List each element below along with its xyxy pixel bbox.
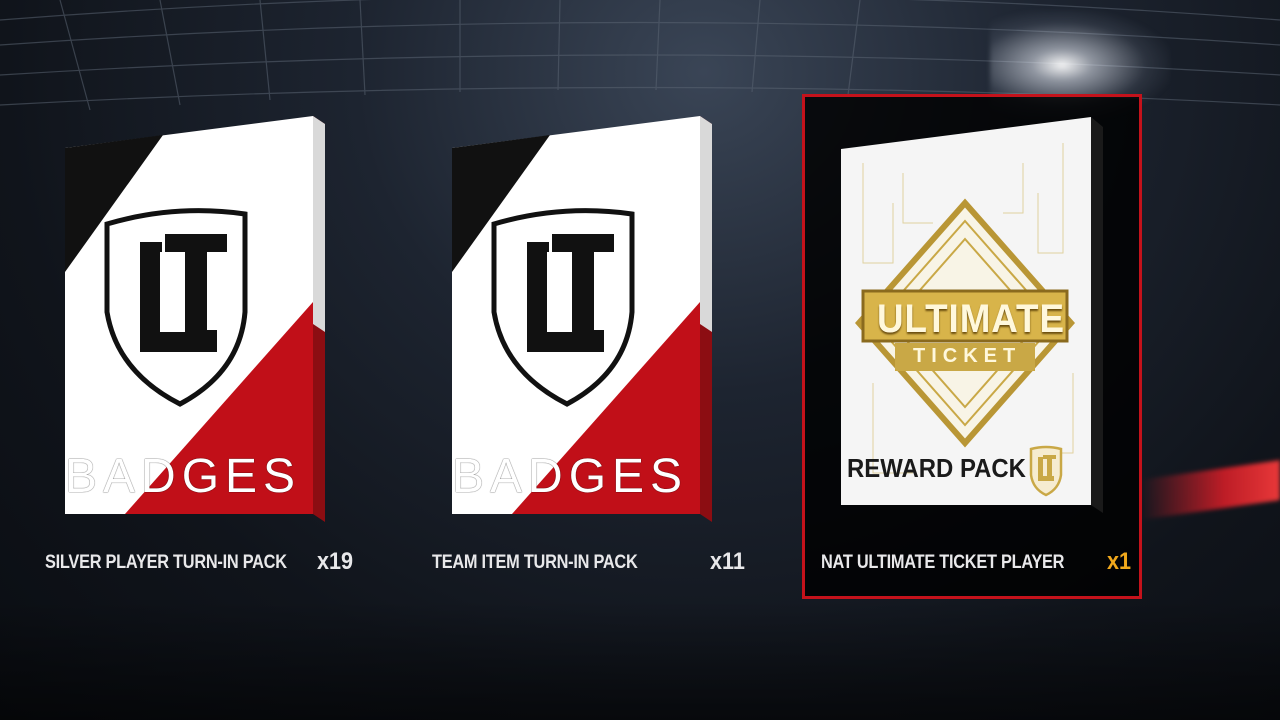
pack-slot-silver-player[interactable]: BADGES SILVER PLAYER TURN-IN PACK x19 <box>25 94 365 599</box>
pack-art-text: BADGES <box>65 450 302 503</box>
pack-slot-team-item[interactable]: BADGES TEAM ITEM TURN-IN PACK x11 <box>412 94 752 599</box>
pack-count: x19 <box>317 548 354 575</box>
ultimate-subtitle: TICKET <box>913 345 1022 367</box>
floor-shadow <box>0 600 1280 720</box>
pack-art-text: BADGES <box>452 450 689 503</box>
ut-gold-shield-icon <box>1029 445 1063 497</box>
pack-label: SILVER PLAYER TURN-IN PACK <box>45 552 287 573</box>
reward-pack-text: REWARD PACK <box>847 453 1026 483</box>
ultimate-title: ULTIMATE <box>877 297 1065 341</box>
red-light-streak <box>1140 460 1280 520</box>
pack-label: TEAM ITEM TURN-IN PACK <box>432 552 638 573</box>
pack-count: x1 <box>1107 548 1132 575</box>
pack-slot-ultimate-ticket[interactable]: ULTIMATE TICKET REWARD PACK NAT ULTIMATE… <box>802 94 1142 599</box>
pack-count: x11 <box>710 548 745 575</box>
pack-label: NAT ULTIMATE TICKET PLAYER <box>821 552 1065 573</box>
